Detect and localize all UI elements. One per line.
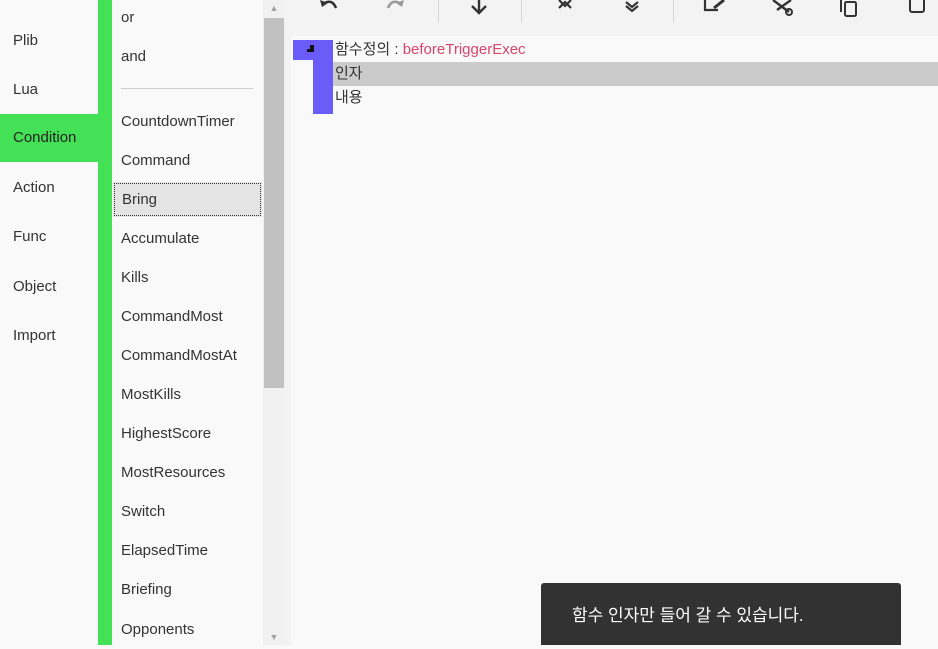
cut-icon[interactable] bbox=[764, 0, 800, 20]
redo-icon[interactable] bbox=[377, 0, 413, 20]
list-scrollbar[interactable]: ▲ ▼ bbox=[263, 0, 285, 645]
nav-item-object[interactable]: Object bbox=[0, 264, 98, 309]
list-item-countdowntimer[interactable]: CountdownTimer bbox=[112, 104, 263, 139]
toolbar-separator bbox=[673, 0, 674, 22]
toolbar-separator bbox=[521, 0, 522, 22]
collapse-icon[interactable] bbox=[547, 0, 583, 20]
nav-item-plib[interactable]: Plib bbox=[0, 18, 98, 63]
nav-item-condition[interactable]: Condition bbox=[0, 114, 98, 162]
list-item-briefing[interactable]: Briefing bbox=[112, 572, 263, 607]
scroll-down-arrow-icon[interactable]: ▼ bbox=[263, 629, 285, 645]
nav-item-action[interactable]: Action bbox=[0, 165, 98, 210]
editor-toolbar bbox=[291, 0, 938, 36]
list-item-mostkills[interactable]: MostKills bbox=[112, 377, 263, 412]
list-item-opponents[interactable]: Opponents bbox=[112, 612, 263, 645]
list-item-and[interactable]: and bbox=[112, 39, 263, 74]
list-item-switch[interactable]: Switch bbox=[112, 494, 263, 529]
list-item-accumulate[interactable]: Accumulate bbox=[112, 221, 263, 256]
nav-item-import[interactable]: Import bbox=[0, 313, 98, 358]
nav-item-func[interactable]: Func bbox=[0, 214, 98, 259]
paste-icon[interactable] bbox=[898, 0, 934, 20]
list-item-elapsedtime[interactable]: ElapsedTime bbox=[112, 533, 263, 568]
condition-list: or and CountdownTimer Command Bring Accu… bbox=[112, 0, 263, 645]
scroll-thumb[interactable] bbox=[264, 18, 284, 388]
args-line-highlight bbox=[333, 62, 938, 86]
expand-icon[interactable] bbox=[614, 0, 650, 20]
function-name[interactable]: beforeTriggerExec bbox=[403, 41, 526, 58]
toolbar-separator bbox=[438, 0, 439, 22]
list-item-mostresources[interactable]: MostResources bbox=[112, 455, 263, 490]
list-item-highestscore[interactable]: HighestScore bbox=[112, 416, 263, 451]
scroll-up-arrow-icon[interactable]: ▲ bbox=[263, 0, 285, 16]
undo-icon[interactable] bbox=[311, 0, 347, 20]
function-definition-line[interactable]: 함수정의 : beforeTriggerExec bbox=[335, 38, 526, 62]
body-line[interactable]: 내용 bbox=[335, 86, 363, 110]
move-down-icon[interactable] bbox=[461, 0, 497, 20]
list-item-bring[interactable]: Bring bbox=[113, 182, 262, 217]
list-item-commandmost[interactable]: CommandMost bbox=[112, 299, 263, 334]
category-accent-strip bbox=[98, 0, 112, 645]
args-line[interactable]: 인자 bbox=[335, 62, 363, 86]
function-block-bracket[interactable] bbox=[293, 40, 333, 114]
list-divider bbox=[121, 88, 253, 89]
list-item-command[interactable]: Command bbox=[112, 143, 263, 178]
edit-icon[interactable] bbox=[697, 0, 733, 20]
list-item-or[interactable]: or bbox=[112, 0, 263, 35]
list-item-commandmostat[interactable]: CommandMostAt bbox=[112, 338, 263, 373]
toast-notification: 함수 인자만 들어 갈 수 있습니다. bbox=[541, 583, 901, 645]
copy-icon[interactable] bbox=[831, 0, 867, 20]
list-item-kills[interactable]: Kills bbox=[112, 260, 263, 295]
nav-item-lua[interactable]: Lua bbox=[0, 67, 98, 112]
function-definition-label: 함수정의 : bbox=[335, 41, 403, 58]
block-editor-canvas[interactable]: 함수정의 : beforeTriggerExec 인자 내용 bbox=[291, 36, 938, 645]
category-nav: Plib Lua Condition Action Func Object Im… bbox=[0, 0, 98, 645]
